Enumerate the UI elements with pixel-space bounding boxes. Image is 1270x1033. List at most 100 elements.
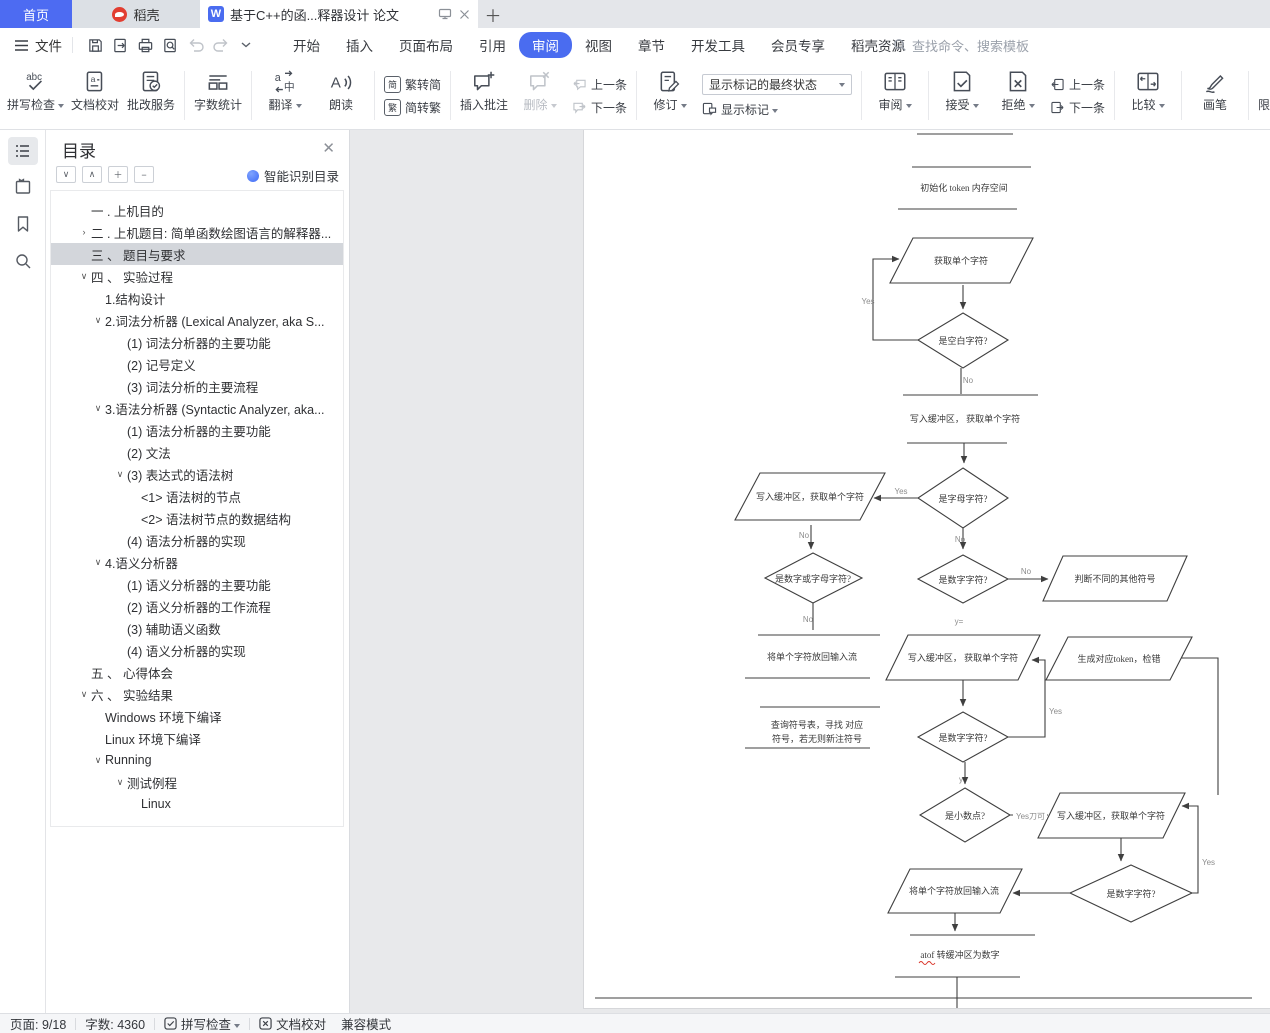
toc-collapse-all-button[interactable]: − <box>134 166 154 183</box>
toc-item-arrow[interactable]: ∨ <box>113 469 127 480</box>
toc-item[interactable]: › 二 . 上机题目: 简单函数绘图语言的解释器... <box>51 221 343 243</box>
read-aloud-button[interactable]: A 朗读 <box>313 62 369 129</box>
toc-item[interactable]: Linux <box>51 793 343 815</box>
word-count-button[interactable]: 字数统计 <box>190 62 246 129</box>
reject-change-button[interactable]: 拒绝 <box>990 62 1046 129</box>
toc-item[interactable]: (3) 词法分析的主要流程 <box>51 375 343 397</box>
toc-item[interactable]: (1) 语义分析器的主要功能 <box>51 573 343 595</box>
toc-item[interactable]: 三 、 题目与要求 <box>51 243 343 265</box>
simp-to-trad-button[interactable]: 繁简转繁 <box>384 98 441 116</box>
accept-change-button[interactable]: 接受 <box>934 62 990 129</box>
toc-item[interactable]: ∨ 4.语义分析器 <box>51 551 343 573</box>
translate-button[interactable]: a中 翻译 <box>257 62 313 129</box>
insert-comment-button[interactable]: 插入批注 <box>456 62 512 129</box>
doc-proof-button[interactable]: a 文档校对 <box>67 62 123 129</box>
delete-comment-button[interactable]: 删除 <box>512 62 568 129</box>
menu-item[interactable]: 开发工具 <box>678 32 758 58</box>
toc-item-arrow[interactable]: ∨ <box>91 755 105 766</box>
menu-item[interactable]: 开始 <box>280 32 333 58</box>
toc-item-arrow[interactable]: ∨ <box>91 403 105 414</box>
show-markup-button[interactable]: 显示标记 <box>702 101 852 117</box>
undo-button[interactable] <box>183 33 208 57</box>
toc-item[interactable]: (2) 文法 <box>51 441 343 463</box>
export-button[interactable] <box>108 33 133 57</box>
edge-label-no4: No <box>1021 567 1032 576</box>
toc-item[interactable]: (2) 语义分析器的工作流程 <box>51 595 343 617</box>
toc-item[interactable]: ∨ 四 、 实验过程 <box>51 265 343 287</box>
find-icon[interactable] <box>8 247 38 275</box>
prev-comment-button[interactable]: 上一条 <box>572 76 627 92</box>
toc-item-arrow[interactable]: ∨ <box>77 271 91 282</box>
toc-item[interactable]: ∨ Running <box>51 749 343 771</box>
toc-item-arrow[interactable]: ∨ <box>77 689 91 700</box>
toc-item[interactable]: ∨ 2.词法分析器 (Lexical Analyzer, aka S... <box>51 309 343 331</box>
edge-label-yes3: Yes <box>1049 707 1062 716</box>
menu-item[interactable]: 审阅 <box>519 32 572 58</box>
prev-change-button[interactable]: 上一条 <box>1050 76 1105 92</box>
toc-item[interactable]: <1> 语法树的节点 <box>51 485 343 507</box>
toc-item[interactable]: ∨ 3.语法分析器 (Syntactic Analyzer, aka... <box>51 397 343 419</box>
toc-expand-all-button[interactable]: ＋ <box>108 166 128 183</box>
toc-item[interactable]: Windows 环境下编译 <box>51 705 343 727</box>
markup-state-select[interactable]: 显示标记的最终状态 <box>702 74 853 95</box>
next-change-button[interactable]: 下一条 <box>1050 99 1105 115</box>
toc-item[interactable]: (2) 记号定义 <box>51 353 343 375</box>
save-button[interactable] <box>83 33 108 57</box>
ai-recognize-toc-button[interactable]: 智能识别目录 <box>246 166 339 185</box>
next-comment-button[interactable]: 下一条 <box>572 99 627 115</box>
menu-item[interactable]: 章节 <box>625 32 678 58</box>
toc-item[interactable]: 1.结构设计 <box>51 287 343 309</box>
word-count-indicator[interactable]: 字数: 4360 <box>85 1014 145 1033</box>
tab-document[interactable]: W 基于C++的函...释器设计 论文 <box>200 0 478 28</box>
toc-item[interactable]: Linux 环境下编译 <box>51 727 343 749</box>
print-button[interactable] <box>133 33 158 57</box>
track-changes-button[interactable]: 修订 <box>642 62 698 129</box>
menu-item[interactable]: 视图 <box>572 32 625 58</box>
bookmark-icon[interactable] <box>8 210 38 238</box>
tab-home[interactable]: 首页 <box>0 0 72 28</box>
spell-check-button[interactable]: abc 拼写检查 <box>4 62 67 129</box>
menu-item[interactable]: 引用 <box>466 32 519 58</box>
toc-item[interactable]: 一 . 上机目的 <box>51 199 343 221</box>
doc-proof-toggle[interactable]: 文档校对 <box>259 1014 326 1033</box>
toc-item[interactable]: (4) 语法分析器的实现 <box>51 529 343 551</box>
menu-item[interactable]: 页面布局 <box>386 32 466 58</box>
spell-check-toggle[interactable]: 拼写检查 <box>164 1014 240 1033</box>
toc-item[interactable]: ∨ 六 、 实验结果 <box>51 683 343 705</box>
menu-item[interactable]: 插入 <box>333 32 386 58</box>
toc-item[interactable]: (1) 词法分析器的主要功能 <box>51 331 343 353</box>
toc-item[interactable]: (4) 语义分析器的实现 <box>51 639 343 661</box>
correction-service-button[interactable]: 批改服务 <box>123 62 179 129</box>
toc-expand-down-button[interactable]: ∨ <box>56 166 76 183</box>
toc-item[interactable]: (3) 辅助语义函数 <box>51 617 343 639</box>
restrict-edit-button[interactable]: 限制编辑 <box>1254 62 1270 129</box>
toc-item-arrow[interactable]: › <box>77 227 91 237</box>
toc-item[interactable]: (1) 语法分析器的主要功能 <box>51 419 343 441</box>
redo-button[interactable] <box>208 33 233 57</box>
toc-item[interactable]: ∨ 测试例程 <box>51 771 343 793</box>
toc-item-arrow[interactable]: ∨ <box>91 315 105 326</box>
preview-window-icon[interactable] <box>438 7 452 21</box>
toc-close-icon[interactable]: ✕ <box>322 139 335 157</box>
chapter-nav-icon[interactable] <box>8 173 38 201</box>
tab-docer[interactable]: 稻壳 <box>72 0 200 28</box>
toc-item-arrow[interactable]: ∨ <box>113 777 127 788</box>
toc-item[interactable]: 五 、 心得体会 <box>51 661 343 683</box>
trad-to-simp-button[interactable]: 简繁转简 <box>384 75 441 93</box>
file-menu-button[interactable]: 文件 <box>14 35 62 55</box>
close-tab-icon[interactable] <box>459 9 470 20</box>
toc-item[interactable]: ∨ (3) 表达式的语法树 <box>51 463 343 485</box>
customize-toolbar-icon[interactable] <box>233 33 258 57</box>
command-search[interactable]: 查找命令、搜索模板 <box>893 28 1029 62</box>
toc-collapse-up-button[interactable]: ∧ <box>82 166 102 183</box>
svg-text:a: a <box>275 72 282 84</box>
toc-item[interactable]: <2> 语法树节点的数据结构 <box>51 507 343 529</box>
ink-button[interactable]: 画笔 <box>1187 62 1243 129</box>
print-preview-button[interactable] <box>158 33 183 57</box>
menu-item[interactable]: 会员专享 <box>758 32 838 58</box>
compare-button[interactable]: 比较 <box>1120 62 1176 129</box>
toc-tab-icon[interactable] <box>8 137 38 165</box>
review-pane-button[interactable]: 审阅 <box>867 62 923 129</box>
new-tab-button[interactable]: ＋ <box>478 0 508 28</box>
toc-item-arrow[interactable]: ∨ <box>91 557 105 568</box>
